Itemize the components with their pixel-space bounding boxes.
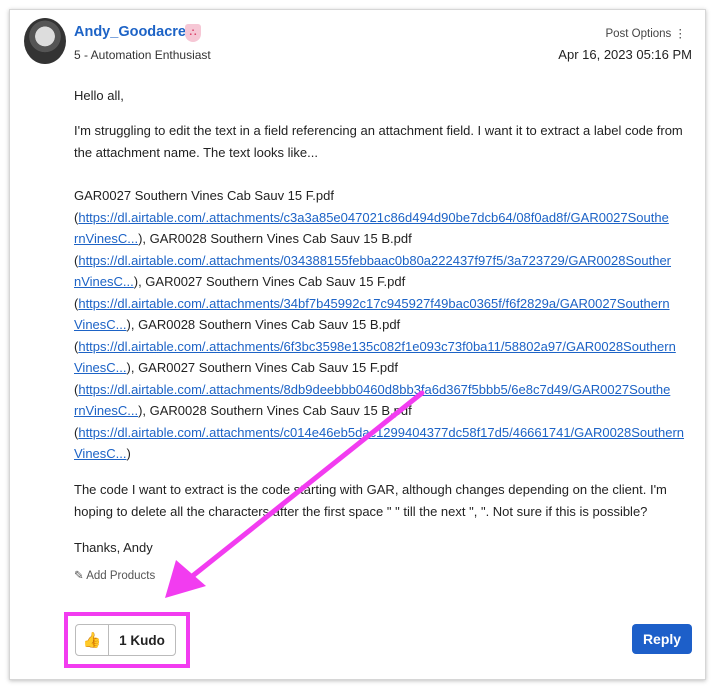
annotation-arrow xyxy=(165,390,425,598)
